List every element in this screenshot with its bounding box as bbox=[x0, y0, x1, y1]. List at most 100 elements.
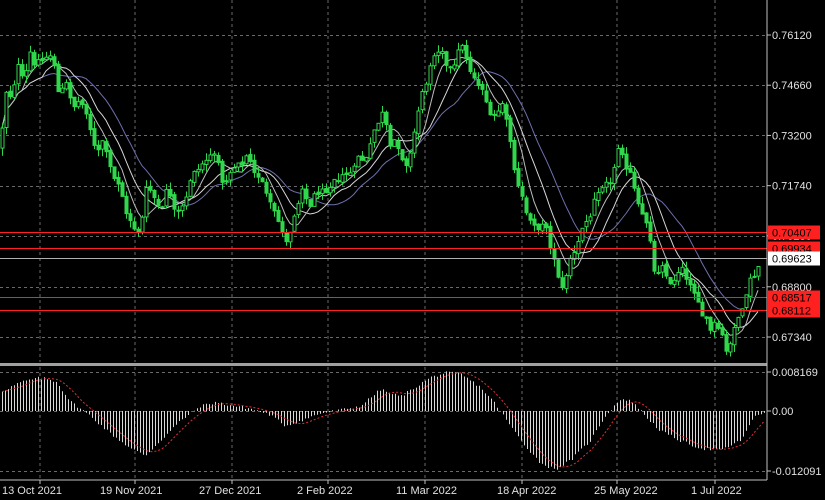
candle-body bbox=[56, 63, 61, 93]
candle-body bbox=[524, 197, 529, 214]
candle-body bbox=[120, 182, 125, 197]
price-tick-label: 0.74660 bbox=[772, 80, 812, 92]
candle-body bbox=[96, 144, 101, 151]
candle-body bbox=[476, 79, 481, 86]
candle-body bbox=[752, 275, 757, 278]
candle-body bbox=[112, 166, 117, 179]
candle-body bbox=[668, 277, 673, 285]
candle-body bbox=[452, 64, 457, 70]
candle-body bbox=[388, 124, 393, 147]
candle-body bbox=[92, 128, 97, 146]
candle-body bbox=[616, 148, 621, 168]
candle-body bbox=[516, 168, 521, 187]
candle-body bbox=[272, 202, 277, 212]
candle-body bbox=[528, 213, 533, 221]
candle-body bbox=[204, 159, 209, 166]
candle-body bbox=[264, 181, 269, 194]
candle-body bbox=[336, 180, 341, 183]
oscillator-tick-label: 0.008169 bbox=[772, 367, 818, 379]
level-label: 0.68517 bbox=[772, 293, 812, 305]
candle-body bbox=[628, 167, 633, 173]
candle-body bbox=[144, 187, 149, 218]
candle-body bbox=[256, 173, 261, 178]
candle-body bbox=[488, 101, 493, 116]
chart-canvas: 0.761200.746600.732000.717400.702800.688… bbox=[0, 0, 825, 500]
candle-body bbox=[536, 223, 541, 231]
candle-body bbox=[580, 227, 585, 242]
candle-body bbox=[384, 111, 389, 126]
candle-body bbox=[548, 225, 553, 249]
candle-body bbox=[680, 266, 685, 274]
price-tick-label: 0.73200 bbox=[772, 130, 812, 142]
candle-body bbox=[504, 104, 509, 120]
candle-body bbox=[620, 147, 625, 156]
candle-body bbox=[168, 189, 173, 197]
oscillator-tick-label: 0.00 bbox=[772, 406, 793, 418]
candle-body bbox=[176, 209, 181, 212]
candle-body bbox=[756, 266, 761, 277]
candle-body bbox=[396, 140, 401, 150]
candle-body bbox=[356, 155, 361, 168]
candle-body bbox=[532, 218, 537, 226]
candle-body bbox=[604, 181, 609, 188]
candle-body bbox=[128, 213, 133, 221]
candle-body bbox=[64, 82, 69, 90]
candle-body bbox=[540, 223, 545, 232]
candle-body bbox=[448, 66, 453, 69]
candle-body bbox=[652, 240, 657, 272]
candle-body bbox=[276, 209, 281, 222]
candle-body bbox=[624, 153, 629, 170]
candle-body bbox=[376, 122, 381, 131]
candle-body bbox=[460, 44, 465, 51]
candle-body bbox=[36, 59, 41, 66]
candle-body bbox=[664, 263, 669, 277]
candle-body bbox=[68, 82, 73, 99]
candle-body bbox=[28, 51, 33, 72]
candle-body bbox=[316, 191, 321, 196]
candle-body bbox=[352, 165, 357, 173]
candle-body bbox=[744, 294, 749, 308]
candle-body bbox=[672, 279, 677, 285]
candle-body bbox=[296, 203, 301, 216]
candle-body bbox=[80, 99, 85, 106]
candle-body bbox=[588, 216, 593, 222]
candle-body bbox=[564, 275, 569, 290]
candle-body bbox=[584, 221, 589, 228]
candle-body bbox=[732, 327, 737, 346]
candle-body bbox=[164, 188, 169, 207]
candle-body bbox=[104, 141, 109, 153]
candle-body bbox=[444, 51, 449, 66]
time-tick-label: 27 Dec 2021 bbox=[199, 485, 261, 497]
candle-body bbox=[72, 96, 77, 108]
candle-body bbox=[420, 91, 425, 111]
candle-body bbox=[688, 279, 693, 286]
time-tick-label: 13 Oct 2021 bbox=[2, 485, 62, 497]
level-label: 0.70407 bbox=[772, 228, 812, 240]
candle-body bbox=[232, 167, 237, 173]
candle-body bbox=[640, 203, 645, 215]
time-tick-label: 11 Mar 2022 bbox=[396, 485, 457, 497]
candle-body bbox=[136, 228, 141, 233]
candle-body bbox=[248, 153, 253, 162]
candle-body bbox=[100, 140, 105, 150]
candle-body bbox=[500, 103, 505, 114]
oscillator-tick-label: -0.012091 bbox=[772, 466, 822, 478]
candle-body bbox=[560, 277, 565, 289]
candle-body bbox=[568, 257, 573, 277]
candle-body bbox=[160, 206, 165, 209]
candle-body bbox=[236, 162, 241, 168]
candle-body bbox=[188, 180, 193, 197]
price-tick-label: 0.76120 bbox=[772, 30, 812, 42]
candle-body bbox=[424, 83, 429, 92]
candle-body bbox=[408, 152, 413, 168]
candle-body bbox=[360, 155, 365, 161]
candle-body bbox=[520, 186, 525, 197]
candle-body bbox=[216, 155, 221, 164]
price-tick-label: 0.71740 bbox=[772, 181, 812, 193]
candle-body bbox=[508, 117, 513, 142]
candle-body bbox=[608, 182, 613, 185]
candle-body bbox=[20, 64, 25, 77]
candle-body bbox=[12, 84, 17, 99]
panel-separator bbox=[0, 363, 767, 366]
time-tick-label: 1 Jul 2022 bbox=[691, 485, 742, 497]
